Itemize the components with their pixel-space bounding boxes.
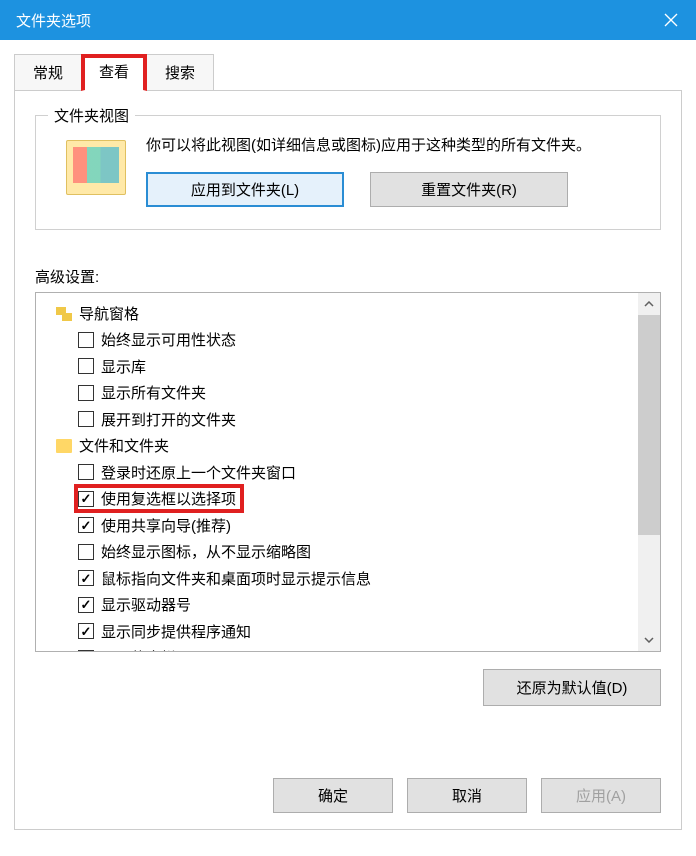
item-label: 鼠标指向文件夹和桌面项时显示提示信息: [101, 568, 371, 589]
item-label: 始终显示图标，从不显示缩略图: [101, 541, 311, 562]
tab-strip: 常规 查看 搜索: [14, 54, 682, 91]
folder-view-group: 文件夹视图 你可以将此视图(如详细信息或图标)应用于这种类型的所有文件夹。 应用…: [35, 115, 661, 230]
item-label: 显示驱动器号: [101, 594, 191, 615]
folder-icon: [56, 439, 72, 453]
highlighted-checkbox-item: 使用复选框以选择项: [74, 484, 244, 513]
tab-general[interactable]: 常规: [14, 54, 82, 91]
list-item[interactable]: 使用共享向导(推荐): [42, 512, 654, 539]
advanced-settings-list[interactable]: 导航窗格 始终显示可用性状态 显示库 显示所有文件夹 展开到打开的文件夹: [35, 292, 661, 652]
list-item[interactable]: 显示状态栏: [42, 645, 654, 653]
item-label: 展开到打开的文件夹: [101, 409, 236, 430]
item-label: 显示所有文件夹: [101, 382, 206, 403]
item-label: 登录时还原上一个文件夹窗口: [101, 462, 296, 483]
close-button[interactable]: [646, 0, 696, 40]
item-label: 使用共享向导(推荐): [101, 515, 231, 536]
apply-to-folders-button[interactable]: 应用到文件夹(L): [146, 172, 344, 207]
titlebar: 文件夹选项: [0, 0, 696, 40]
dialog-content: 常规 查看 搜索 文件夹视图 你可以将此视图(如详细信息或图标)应用于这种类型的…: [0, 40, 696, 830]
item-label: 显示状态栏: [101, 647, 176, 652]
checkbox[interactable]: [78, 464, 94, 480]
list-item[interactable]: 显示驱动器号: [42, 592, 654, 619]
checkbox[interactable]: [78, 623, 94, 639]
tree-group-label: 导航窗格: [79, 303, 139, 324]
list-item[interactable]: 始终显示图标，从不显示缩略图: [42, 539, 654, 566]
folder-preview-icon: [66, 140, 126, 195]
item-label: 显示同步提供程序通知: [101, 621, 251, 642]
checkbox[interactable]: [78, 358, 94, 374]
list-item[interactable]: 显示同步提供程序通知: [42, 618, 654, 645]
checkbox[interactable]: [78, 411, 94, 427]
checkbox[interactable]: [78, 650, 94, 652]
window-title: 文件夹选项: [10, 10, 91, 31]
restore-defaults-button[interactable]: 还原为默认值(D): [483, 669, 661, 706]
tree-group-label: 文件和文件夹: [79, 435, 169, 456]
checkbox[interactable]: [78, 570, 94, 586]
close-icon: [664, 13, 678, 27]
scrollbar[interactable]: [638, 293, 660, 651]
cancel-button[interactable]: 取消: [407, 778, 527, 813]
checkbox[interactable]: [78, 517, 94, 533]
checkbox[interactable]: [78, 597, 94, 613]
item-label: 使用复选框以选择项: [101, 488, 236, 509]
tab-search[interactable]: 搜索: [146, 54, 214, 91]
reset-folders-button[interactable]: 重置文件夹(R): [370, 172, 568, 207]
dialog-footer: 确定 取消 应用(A): [273, 778, 661, 813]
list-item[interactable]: 使用复选框以选择项: [42, 486, 654, 513]
tab-panel-view: 文件夹视图 你可以将此视图(如详细信息或图标)应用于这种类型的所有文件夹。 应用…: [14, 90, 682, 830]
tab-view[interactable]: 查看: [81, 54, 147, 91]
apply-button[interactable]: 应用(A): [541, 778, 661, 813]
list-item[interactable]: 显示库: [42, 353, 654, 380]
ok-button[interactable]: 确定: [273, 778, 393, 813]
tree-group-files: 文件和文件夹: [42, 433, 654, 460]
item-label: 始终显示可用性状态: [101, 329, 236, 350]
advanced-settings-label: 高级设置:: [35, 266, 661, 287]
scroll-up-arrow[interactable]: [638, 293, 660, 315]
list-item[interactable]: 始终显示可用性状态: [42, 327, 654, 354]
checkbox[interactable]: [78, 491, 94, 507]
scroll-track[interactable]: [638, 535, 660, 629]
chevron-down-icon: [644, 637, 654, 643]
nav-pane-icon: [56, 305, 72, 321]
scroll-down-arrow[interactable]: [638, 629, 660, 651]
list-item[interactable]: 登录时还原上一个文件夹窗口: [42, 459, 654, 486]
list-item[interactable]: 鼠标指向文件夹和桌面项时显示提示信息: [42, 565, 654, 592]
chevron-up-icon: [644, 301, 654, 307]
tree-group-nav: 导航窗格: [42, 300, 654, 327]
item-label: 显示库: [101, 356, 146, 377]
scroll-thumb[interactable]: [638, 315, 660, 535]
list-item[interactable]: 展开到打开的文件夹: [42, 406, 654, 433]
list-item[interactable]: 显示所有文件夹: [42, 380, 654, 407]
folder-view-description: 你可以将此视图(如详细信息或图标)应用于这种类型的所有文件夹。: [146, 134, 642, 158]
checkbox[interactable]: [78, 385, 94, 401]
checkbox[interactable]: [78, 332, 94, 348]
checkbox[interactable]: [78, 544, 94, 560]
folder-view-title: 文件夹视图: [48, 105, 135, 126]
